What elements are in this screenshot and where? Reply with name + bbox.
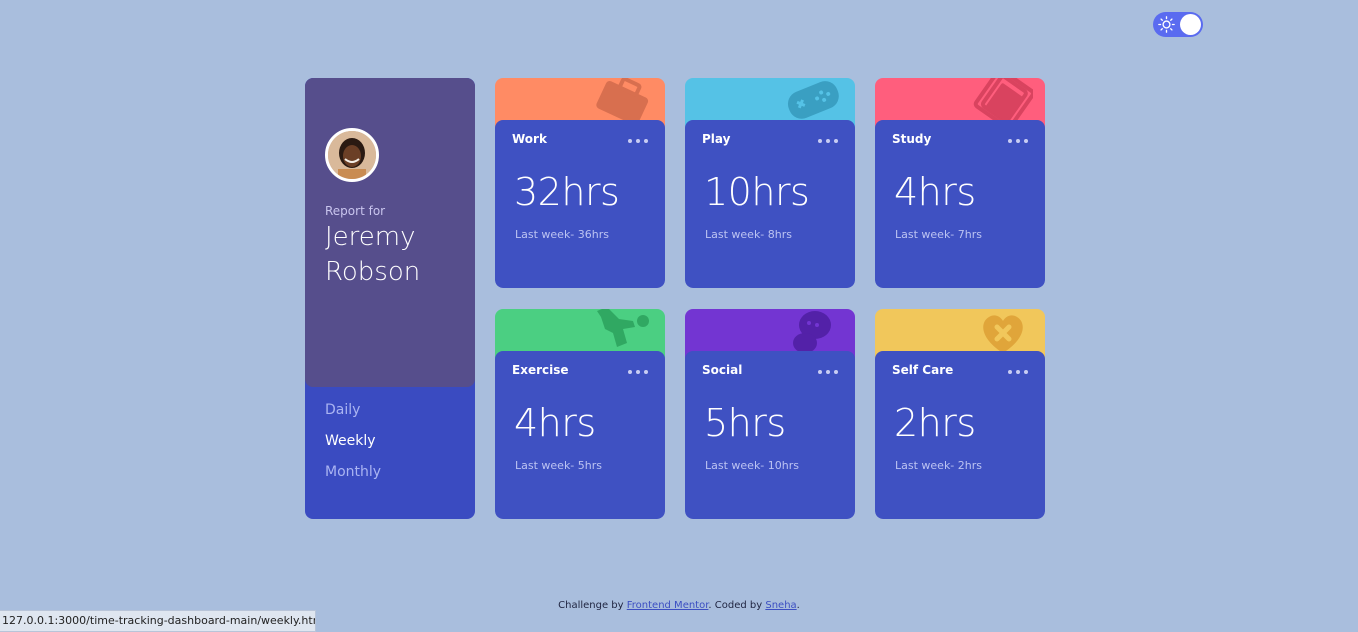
card-work: Work 32hrs Last week- 36hrs (495, 78, 665, 288)
card-title: Social (702, 363, 743, 377)
previous-hours: Last week- 10hrs (705, 459, 799, 472)
user-name: Jeremy Robson (325, 222, 421, 287)
books-icon (973, 78, 1033, 126)
current-hours: 32hrs (514, 170, 620, 214)
ellipsis-icon[interactable] (628, 138, 648, 144)
period-weekly[interactable]: Weekly (325, 433, 376, 449)
previous-hours: Last week- 8hrs (705, 228, 793, 241)
current-hours: 4hrs (514, 401, 596, 445)
ellipsis-icon[interactable] (818, 369, 838, 375)
frontend-mentor-link[interactable]: Frontend Mentor (627, 600, 709, 611)
card-self-care: Self Care 2hrs Last week- 2hrs (875, 309, 1045, 519)
previous-hours: Last week- 7hrs (895, 228, 983, 241)
period-daily[interactable]: Daily (325, 402, 360, 418)
card-body[interactable]: Study 4hrs Last week- 7hrs (875, 120, 1045, 288)
card-title: Work (512, 132, 547, 146)
current-hours: 10hrs (704, 170, 810, 214)
card-title: Study (892, 132, 932, 146)
footer-suffix: . (796, 600, 800, 611)
card-title: Play (702, 132, 731, 146)
ellipsis-icon[interactable] (628, 369, 648, 375)
ellipsis-icon[interactable] (1008, 369, 1028, 375)
current-hours: 4hrs (894, 170, 976, 214)
author-link[interactable]: Sneha (765, 600, 796, 611)
ellipsis-icon[interactable] (1008, 138, 1028, 144)
heart-bandage-icon (983, 315, 1023, 353)
card-play: Play 10hrs Last week- 8hrs (685, 78, 855, 288)
card-title: Exercise (512, 363, 569, 377)
toggle-knob (1180, 14, 1201, 35)
sun-icon (1158, 16, 1175, 33)
gamepad-icon (787, 81, 839, 119)
profile-header: Report for Jeremy Robson (305, 78, 475, 387)
current-hours: 2hrs (894, 401, 976, 445)
current-hours: 5hrs (704, 401, 786, 445)
browser-status-bar: 127.0.0.1:3000/time-tracking-dashboard-m… (0, 610, 316, 632)
report-for-label: Report for (325, 204, 386, 218)
card-body[interactable]: Self Care 2hrs Last week- 2hrs (875, 351, 1045, 519)
theme-toggle[interactable] (1153, 12, 1203, 37)
profile-card: Report for Jeremy Robson Daily Weekly Mo… (305, 78, 475, 519)
previous-hours: Last week- 5hrs (515, 459, 603, 472)
card-social: Social 5hrs Last week- 10hrs (685, 309, 855, 519)
status-url: 127.0.0.1:3000/time-tracking-dashboard-m… (2, 614, 316, 627)
previous-hours: Last week- 36hrs (515, 228, 609, 241)
chat-bubbles-icon (793, 311, 831, 353)
card-body[interactable]: Social 5hrs Last week- 10hrs (685, 351, 855, 519)
footer-prefix: Challenge by (558, 600, 627, 611)
card-study: Study 4hrs Last week- 7hrs (875, 78, 1045, 288)
card-body[interactable]: Exercise 4hrs Last week- 5hrs (495, 351, 665, 519)
card-title: Self Care (892, 363, 954, 377)
previous-hours: Last week- 2hrs (895, 459, 983, 472)
footer-middle: . Coded by (708, 600, 766, 611)
period-monthly[interactable]: Monthly (325, 464, 381, 480)
card-body[interactable]: Play 10hrs Last week- 8hrs (685, 120, 855, 288)
card-body[interactable]: Work 32hrs Last week- 36hrs (495, 120, 665, 288)
briefcase-icon (596, 78, 649, 126)
runner-icon (597, 309, 649, 347)
ellipsis-icon[interactable] (818, 138, 838, 144)
avatar (325, 128, 379, 182)
card-exercise: Exercise 4hrs Last week- 5hrs (495, 309, 665, 519)
